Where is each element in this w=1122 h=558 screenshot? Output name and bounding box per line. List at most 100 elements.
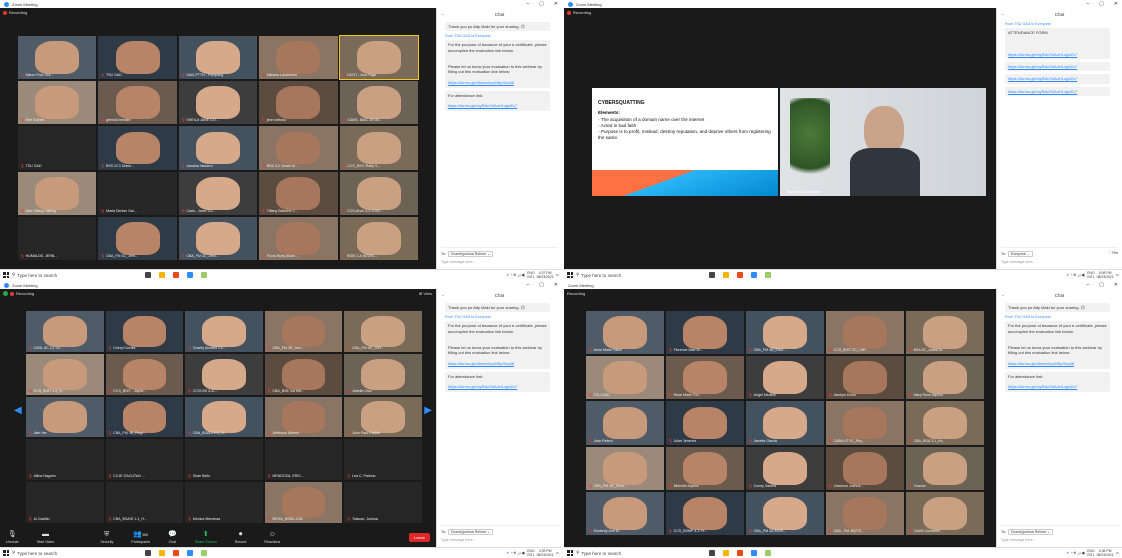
participants-button[interactable]: 👥366 Participants <box>131 531 150 544</box>
participant-tile[interactable]: 🎙 TSU GAD <box>18 126 97 170</box>
maximize-icon[interactable]: ▢ <box>539 282 544 288</box>
browser-icon[interactable] <box>173 550 179 556</box>
task-view-icon[interactable] <box>145 272 151 278</box>
zoom-app-icon[interactable] <box>187 550 193 556</box>
help-icon[interactable]: ● <box>507 273 509 277</box>
participant-tile[interactable]: 🎙 MENDOZA, ERIC... <box>264 439 343 481</box>
participant-tile[interactable]: 🎙 CBA_BSA 3-1_Ka... <box>906 401 984 445</box>
participant-tile[interactable]: 🎙 Rose Marie Cor... <box>666 356 744 400</box>
participant-tile[interactable]: 🎙 CBA_FM 4B_JOH... <box>344 311 422 352</box>
start-video-button[interactable]: ▬ Start Video <box>37 531 55 544</box>
attendance-link[interactable]: https://forms.gle/syRAcXhAoHLzgdZc7 <box>448 103 517 108</box>
participant-tile[interactable]: 🎙 Tolacao, Joshua <box>344 482 422 523</box>
participant-tile[interactable]: 🎙 CCIS BS 3-A-... <box>185 353 263 395</box>
participant-tile[interactable]: 🎙 Allina Naguim <box>26 439 104 481</box>
participant-tile[interactable]: 🎙 CBA_FM 3C_Jeric... <box>178 216 258 260</box>
participant-tile[interactable]: 🎙 TSU GAD <box>586 356 664 400</box>
minimize-icon[interactable]: – <box>526 282 529 288</box>
participant-tile[interactable]: 🎙 Monica Mendoza <box>185 482 263 523</box>
prev-page-arrow-icon[interactable]: ◀ <box>14 405 22 416</box>
chat-recipient-select[interactable]: Charleyjoshua Rellore ⌄ <box>447 251 494 257</box>
share-screen-button[interactable]: ⬆ Share Screen <box>195 531 217 544</box>
taskbar-search[interactable]: ⚲ Type here to search <box>12 272 122 278</box>
participant-tile[interactable]: 🎙 Angel Medina <box>746 356 824 400</box>
participant-tile[interactable]: 🎙 Al Castillo <box>26 482 104 523</box>
close-icon[interactable]: ✕ <box>1114 1 1118 7</box>
participant-tile[interactable]: 🎙 Carlo - Janel Co... <box>178 171 258 215</box>
close-icon[interactable]: ✕ <box>1114 282 1118 288</box>
help-icon[interactable]: ● <box>1067 551 1069 555</box>
next-page-arrow-icon[interactable]: ▶ <box>424 405 432 416</box>
participant-tile[interactable]: 🎙 TSU GAD <box>98 36 177 80</box>
chat-input[interactable]: Type message here... <box>441 538 558 542</box>
minimize-icon[interactable]: – <box>1086 1 1089 7</box>
participant-tile[interactable]: 🎙 HUMALDE, JERB... <box>18 216 97 260</box>
app-icon[interactable] <box>201 550 207 556</box>
app-icon[interactable] <box>765 550 771 556</box>
attendance-link[interactable]: https://forms.gle/syRAcXhAoHLzgdZc7 <box>1008 52 1077 57</box>
maximize-icon[interactable]: ▢ <box>1099 1 1104 7</box>
participant-tile[interactable]: 🎙 Jobelle Cruz <box>344 353 422 395</box>
browser-icon[interactable] <box>737 272 743 278</box>
participant-tile[interactable]: 🎙 CCS_BSIT-Raffy S... <box>339 126 418 170</box>
participant-tile[interactable]: 🎙 CARL 8C 3-1 Jo... <box>26 311 104 352</box>
participant-tile[interactable]: 🎙 Florence Mae Br... <box>666 311 744 355</box>
participant-tile[interactable]: 🎙 Mikaela Lacamana <box>259 36 338 80</box>
close-icon[interactable]: ✕ <box>554 282 558 288</box>
participant-tile[interactable]: 🎙 Kimberly Ann M... <box>586 491 664 535</box>
zoom-app-icon[interactable] <box>187 272 193 278</box>
participant-tile[interactable]: 🎙 Janette Garcia <box>746 401 824 445</box>
browser-icon[interactable] <box>737 550 743 556</box>
participant-tile[interactable]: 🎙 CBA_FM 4B_Regi... <box>105 396 184 438</box>
participant-tile[interactable]: 🎙 CBA_BSAIS 1-3_Ji... <box>185 396 263 438</box>
participant-tile[interactable]: 🎙 CBA_BSE Ina Nei... <box>264 353 343 395</box>
task-view-icon[interactable] <box>145 550 151 556</box>
participant-tile[interactable]: 🎙 Jefferson Alberto <box>264 396 343 438</box>
participant-tile[interactable]: 🎙 BSA 3C_Joana la... <box>906 311 984 355</box>
chat-input[interactable]: Type message here... <box>441 260 558 264</box>
participant-tile[interactable]: 🎙 BSIE 1-A NEOKL... <box>339 216 418 260</box>
taskbar-search[interactable]: ⚲ Type here to search <box>576 272 686 278</box>
chat-recipient-select[interactable]: Charleyjoshua Rellore ⌄ <box>1007 529 1054 535</box>
windows-start-icon[interactable] <box>567 272 573 278</box>
participant-tile[interactable]: 🎙 Alex Tiffany Yabing <box>18 171 97 215</box>
tray-icons[interactable]: ^ ⊕ ◿ ◀) <box>1071 273 1085 277</box>
participant-tile[interactable]: 🎙 CCS_BSIT 1-3_R... <box>26 353 104 395</box>
record-button[interactable]: ⏺ Record <box>235 531 247 544</box>
evaluation-link[interactable]: https://forms.gle/8mmxkcp55tpXbq46 <box>448 80 514 85</box>
view-button[interactable]: ⊞ View <box>419 291 432 296</box>
participant-tile[interactable]: 🎙 CCS-Arvin 3-2 JOSE... <box>339 171 418 215</box>
participant-tile[interactable]: 🎙 CBA_FM 4B_EMIL... <box>746 311 824 355</box>
participant-tile[interactable]: 🎙 Marco Polo Gut... <box>18 36 97 80</box>
windows-start-icon[interactable] <box>3 550 9 556</box>
participant-tile[interactable]: 🎙 Cheryl Cecilia <box>105 311 184 352</box>
attendance-link[interactable]: https://forms.gle/syRAcXhAoHLzgdZc7 <box>1008 384 1077 389</box>
unmute-button[interactable]: 🎙 Unmute <box>6 531 19 544</box>
maximize-icon[interactable]: ▢ <box>539 1 544 7</box>
participant-tile[interactable]: 🎙 Clarence Joshua... <box>826 446 904 490</box>
participant-tile[interactable]: 🎙 Maria Denise Gal... <box>98 171 177 215</box>
participant-tile[interactable]: 🎙 Shae Bello <box>185 439 263 481</box>
chat-input[interactable]: Type message here... <box>1001 260 1118 264</box>
participant-tile[interactable]: 🎙 Mary Rose Aquino <box>906 356 984 400</box>
participant-tile[interactable]: 🎙 CBA_FM 3C_Jeth... <box>98 216 177 260</box>
file-explorer-icon[interactable] <box>159 550 165 556</box>
participant-tile[interactable]: 🎙 Tiffany Blanche C... <box>259 171 338 215</box>
file-explorer-icon[interactable] <box>159 272 165 278</box>
help-icon[interactable]: ● <box>1067 273 1069 277</box>
notification-icon[interactable]: ▭ <box>556 551 559 555</box>
participant-tile[interactable]: 🎙 Janelyn Dizon <box>826 356 904 400</box>
participant-tile[interactable]: 🎙 John Paul Padilla <box>344 396 422 438</box>
participant-tile[interactable]: 🎙 Michelle Aquino <box>666 446 744 490</box>
maximize-icon[interactable]: ▢ <box>1099 282 1104 288</box>
participant-tile[interactable]: 🎙 Wet Gulnes <box>18 81 97 125</box>
participant-tile[interactable]: 🎙 BSA 3-2 Jonah M... <box>259 126 338 170</box>
minimize-icon[interactable]: – <box>1086 282 1089 288</box>
participant-tile[interactable]: 🎙 CBA - FM 4B] FE... <box>826 491 904 535</box>
file-explorer-icon[interactable] <box>723 272 729 278</box>
browser-icon[interactable] <box>173 272 179 278</box>
participant-tile[interactable]: 🎙 Charity Alcober Cu... <box>185 311 263 352</box>
file-button[interactable]: 🗋 File <box>1108 251 1118 257</box>
participant-tile[interactable]: 🎙 CBA_FM 3A-MOR... <box>746 491 824 535</box>
participant-tile[interactable]: 🎙 CBA_FM 3B_Tome... <box>586 446 664 490</box>
